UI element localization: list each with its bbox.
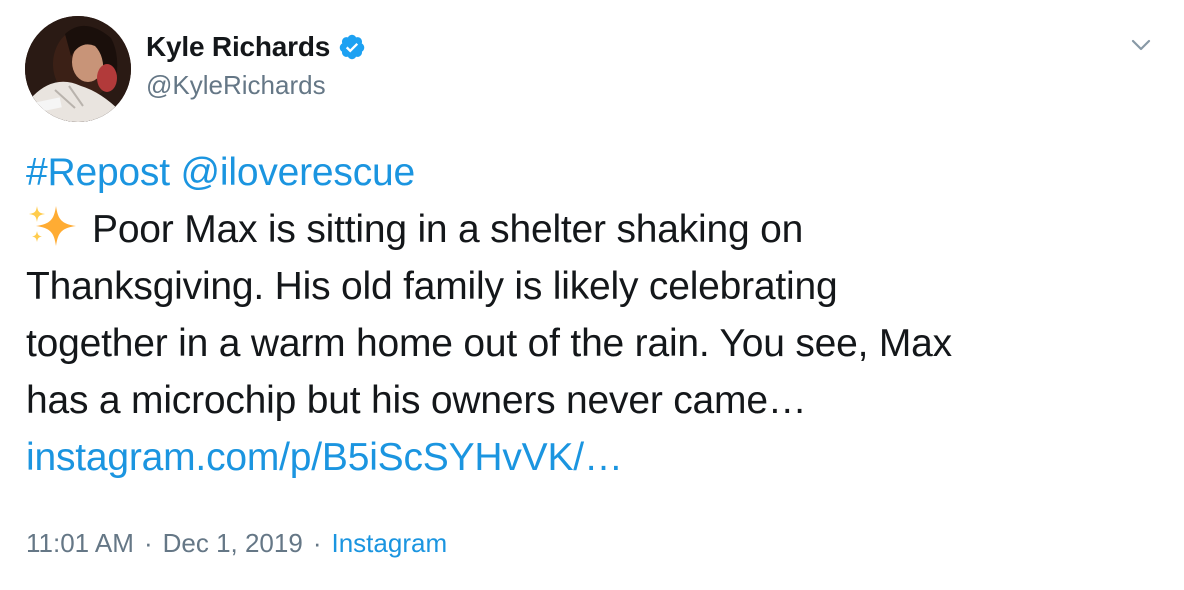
tweet-line-2: Thanksgiving. His old family is likely c… — [26, 265, 838, 308]
display-name[interactable]: Kyle Richards — [146, 31, 330, 63]
chevron-down-icon[interactable] — [1126, 30, 1156, 60]
avatar[interactable] — [25, 16, 131, 122]
author-info: Kyle Richards @KyleRichards — [146, 30, 366, 101]
mention-link[interactable]: @iloverescue — [181, 151, 416, 194]
verified-badge-icon — [338, 33, 366, 61]
sparkles-icon — [26, 204, 78, 248]
tweet-text-line-1: Poor Max is sitting in a shelter shaking… — [92, 208, 804, 251]
tweet-line-4: has a microchip but his owners never cam… — [26, 379, 807, 422]
tweet-date[interactable]: Dec 1, 2019 — [163, 528, 303, 558]
user-handle[interactable]: @KyleRichards — [146, 70, 366, 101]
tweet-card: Kyle Richards @KyleRichards #Repost @ilo… — [0, 0, 1184, 590]
tweet-time[interactable]: 11:01 AM — [26, 528, 134, 558]
tweet-text: #Repost @iloverescue Poor Max is sitting… — [26, 144, 1156, 486]
tweet-line-1: Poor Max is sitting in a shelter shaking… — [26, 201, 1156, 258]
display-name-row: Kyle Richards — [146, 30, 366, 64]
tweet-line-3: together in a warm home out of the rain.… — [26, 322, 952, 365]
profile-photo-icon — [25, 16, 131, 122]
separator-dot: · — [312, 528, 322, 558]
tweet-line-link: instagram.com/p/B5iScSYHvVK/… — [26, 429, 1156, 486]
hashtag-link[interactable]: #Repost — [26, 151, 170, 194]
tweet-metadata: 11:01 AM · Dec 1, 2019 · Instagram — [26, 528, 447, 559]
instagram-link[interactable]: instagram.com/p/B5iScSYHvVK/… — [26, 436, 623, 479]
separator-dot: · — [143, 528, 153, 558]
tweet-source-link[interactable]: Instagram — [332, 528, 448, 558]
tweet-line-tags: #Repost @iloverescue — [26, 144, 1156, 201]
